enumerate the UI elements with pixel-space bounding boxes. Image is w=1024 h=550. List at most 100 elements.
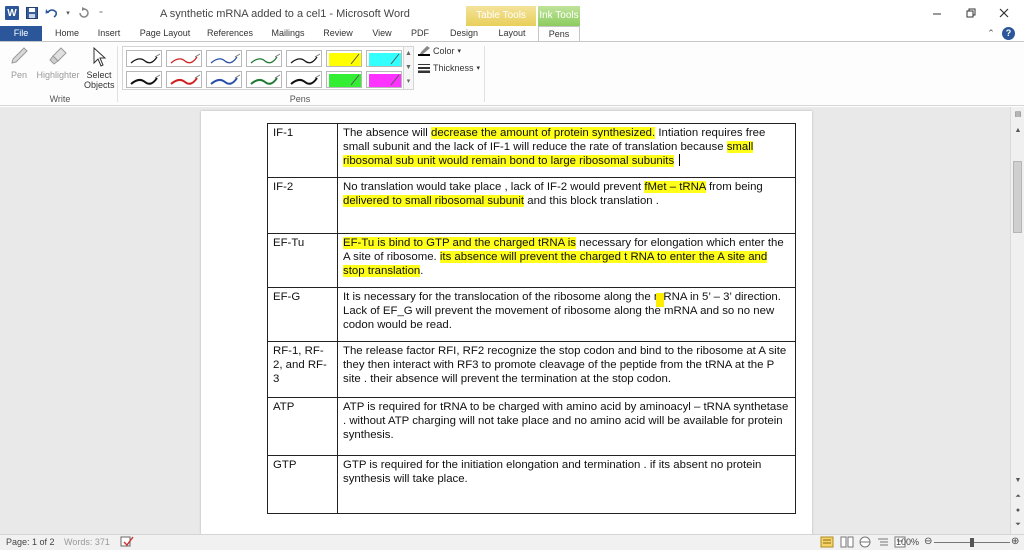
pen-swatch[interactable] xyxy=(206,71,242,88)
row-label[interactable]: IF-2 xyxy=(267,177,338,234)
pen-swatch[interactable] xyxy=(246,50,282,67)
proofing-icon[interactable] xyxy=(120,536,134,550)
highlighted-text: delivered to small ribosomal subunit xyxy=(343,195,525,207)
tab-page-layout[interactable]: Page Layout xyxy=(135,26,195,42)
document-workspace[interactable]: IF-1 The absence will decrease the amoun… xyxy=(0,107,1010,534)
row-description[interactable]: GTP is required for the initiation elong… xyxy=(337,455,796,514)
tab-references[interactable]: References xyxy=(202,26,258,42)
tab-insert[interactable]: Insert xyxy=(92,26,126,42)
table-row: ATP ATP is required for tRNA to be charg… xyxy=(267,397,796,456)
highlighter-swatch[interactable] xyxy=(366,71,402,88)
text-cursor xyxy=(679,154,681,166)
zoom-in-icon[interactable]: ⊕ xyxy=(1011,536,1019,547)
ink-tools-context-label: Ink Tools xyxy=(538,6,580,26)
print-layout-icon[interactable] xyxy=(820,536,834,550)
text-run: . xyxy=(420,265,424,277)
tab-view[interactable]: View xyxy=(366,26,398,42)
outline-icon[interactable] xyxy=(876,536,890,550)
group-separator xyxy=(117,46,118,102)
word-count[interactable]: Words: 371 xyxy=(64,537,110,547)
row-description[interactable]: No translation would take place , lack o… xyxy=(337,177,796,234)
ink-highlight-mark xyxy=(656,293,664,307)
highlighter-swatch[interactable] xyxy=(326,50,362,67)
full-screen-reading-icon[interactable] xyxy=(840,536,854,550)
highlighted-text: fMet – tRNA xyxy=(644,181,706,193)
pen-swatch[interactable] xyxy=(166,71,202,88)
highlighter-button[interactable]: Highlighter xyxy=(34,46,82,80)
pen-color-icon xyxy=(418,46,430,56)
document-page[interactable]: IF-1 The absence will decrease the amoun… xyxy=(201,111,812,534)
scroll-down-icon[interactable]: ▼ xyxy=(1012,475,1024,487)
page-count[interactable]: Page: 1 of 2 xyxy=(6,537,55,547)
tab-review[interactable]: Review xyxy=(319,26,357,42)
zoom-slider-thumb[interactable] xyxy=(970,538,974,547)
row-label[interactable]: GTP xyxy=(267,455,338,514)
quick-access-toolbar: W ▾ ⁼ xyxy=(4,5,110,21)
tab-home[interactable]: Home xyxy=(50,26,84,42)
row-label[interactable]: IF-1 xyxy=(267,123,338,178)
help-icon[interactable]: ? xyxy=(1002,27,1015,40)
customize-toolbar-icon[interactable]: ⁼ xyxy=(96,5,106,21)
redo-icon[interactable] xyxy=(76,5,92,21)
select-objects-label: Select Objects xyxy=(84,70,115,90)
pens-group-label: Pens xyxy=(289,94,311,104)
row-description[interactable]: The absence will decrease the amount of … xyxy=(337,123,796,178)
scroll-thumb[interactable] xyxy=(1013,161,1022,233)
previous-page-icon[interactable]: ⏶ xyxy=(1012,491,1024,503)
table-tools-context-label: Table Tools xyxy=(466,6,536,26)
minimize-icon[interactable] xyxy=(930,6,944,20)
undo-icon[interactable] xyxy=(44,5,60,21)
highlighter-label: Highlighter xyxy=(36,70,80,80)
row-description[interactable]: The release factor RFI, RF2 recognize th… xyxy=(337,341,796,398)
row-label[interactable]: ATP xyxy=(267,397,338,456)
write-group-label: Write xyxy=(49,94,71,104)
vertical-scrollbar[interactable]: ▤ ▲ ▼ ⏶ ● ⏷ xyxy=(1010,107,1024,534)
chevron-down-icon: ▾ xyxy=(476,65,481,72)
close-icon[interactable] xyxy=(997,6,1011,20)
factors-table[interactable]: IF-1 The absence will decrease the amoun… xyxy=(267,123,796,514)
tab-pdf[interactable]: PDF xyxy=(405,26,435,42)
line-thickness-icon xyxy=(418,63,430,73)
tab-design[interactable]: Design xyxy=(444,26,484,42)
word-app-icon[interactable]: W xyxy=(4,5,20,21)
restore-icon[interactable] xyxy=(964,6,978,20)
ribbon-pens: Pen Highlighter Select Objects Write ▲ ▼ ▾… xyxy=(0,42,1024,106)
browse-object-icon[interactable]: ● xyxy=(1012,505,1024,517)
gallery-scroll[interactable]: ▲ ▼ ▾ xyxy=(404,46,414,90)
ruler-toggle-icon[interactable]: ▤ xyxy=(1012,109,1024,121)
next-page-icon[interactable]: ⏷ xyxy=(1012,519,1024,531)
pen-swatch[interactable] xyxy=(126,71,162,88)
highlighter-swatch[interactable] xyxy=(366,50,402,67)
pen-swatch[interactable] xyxy=(206,50,242,67)
pen-label: Pen xyxy=(10,70,27,80)
tab-mailings[interactable]: Mailings xyxy=(266,26,310,42)
pen-swatch[interactable] xyxy=(246,71,282,88)
row-description[interactable]: EF-Tu is bind to GTP and the charged tRN… xyxy=(337,233,796,288)
table-row: RF-1, RF-2, and RF-3 The release factor … xyxy=(267,341,796,398)
table-row: IF-2 No translation would take place , l… xyxy=(267,177,796,234)
row-label[interactable]: EF-G xyxy=(267,287,338,342)
web-layout-icon[interactable] xyxy=(858,536,872,550)
pen-button[interactable]: Pen xyxy=(6,46,32,80)
row-description[interactable]: ATP is required for tRNA to be charged w… xyxy=(337,397,796,456)
color-button[interactable]: Color ▾ xyxy=(418,46,461,56)
pen-swatch[interactable] xyxy=(166,50,202,67)
highlighter-swatch[interactable] xyxy=(326,71,362,88)
pen-swatch[interactable] xyxy=(286,71,322,88)
select-objects-button[interactable]: Select Objects xyxy=(84,46,115,90)
save-icon[interactable] xyxy=(24,5,40,21)
color-label: Color xyxy=(433,46,455,56)
zoom-level[interactable]: 100% xyxy=(896,537,919,547)
row-label[interactable]: EF-Tu xyxy=(267,233,338,288)
undo-dropdown-icon[interactable]: ▾ xyxy=(64,5,72,21)
row-description[interactable]: It is necessary for the translocation of… xyxy=(337,287,796,342)
zoom-out-icon[interactable]: ⊖ xyxy=(924,536,932,547)
scroll-up-icon[interactable]: ▲ xyxy=(1012,125,1024,137)
thickness-button[interactable]: Thickness ▾ xyxy=(418,63,480,73)
pen-swatch[interactable] xyxy=(286,50,322,67)
tab-file[interactable]: File xyxy=(0,26,42,42)
collapse-ribbon-icon[interactable]: ⌃ xyxy=(985,28,997,40)
tab-layout[interactable]: Layout xyxy=(492,26,532,42)
row-label[interactable]: RF-1, RF-2, and RF-3 xyxy=(267,341,338,398)
pen-swatch[interactable] xyxy=(126,50,162,67)
